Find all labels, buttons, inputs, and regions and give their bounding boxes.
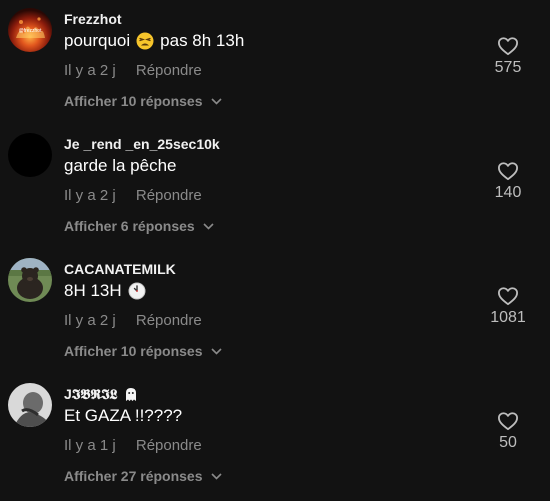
clock-emoji-icon (128, 282, 146, 300)
comment-item: @frezzhot Frezzhot pourquoi pas 8h 13h I… (0, 0, 550, 125)
heart-icon (497, 287, 518, 306)
like-count: 140 (494, 184, 522, 201)
show-replies-label: Afficher 10 réponses (64, 93, 203, 109)
show-replies-button[interactable]: Afficher 10 réponses (64, 343, 222, 359)
reply-button[interactable]: Répondre (136, 62, 202, 79)
like-button[interactable]: 50 (486, 411, 530, 452)
fire-avatar-icon: @frezzhot (8, 8, 52, 52)
comment-age: Il y a 2 j (64, 62, 116, 79)
avatar[interactable] (8, 133, 52, 177)
comment-age: Il y a 1 j (64, 437, 116, 454)
comment-text-part: Et GAZA !!???? (64, 406, 183, 425)
chevron-down-icon (210, 472, 222, 480)
comment-item: J𝕴𝕭𝕽𝕴𝕷 Et GAZA !!???? Il y a 1 j Répondr… (0, 375, 550, 500)
black-avatar-icon (8, 133, 52, 177)
show-replies-button[interactable]: Afficher 10 réponses (64, 93, 222, 109)
comment-username[interactable]: CACANATEMILK (64, 261, 176, 277)
show-replies-button[interactable]: Afficher 27 réponses (64, 468, 222, 484)
comment-item: Je _rend _en_25sec10k garde la pêche Il … (0, 125, 550, 250)
comment-list: @frezzhot Frezzhot pourquoi pas 8h 13h I… (0, 0, 550, 501)
bear-avatar-icon (8, 258, 52, 302)
comment-age: Il y a 2 j (64, 187, 116, 204)
comment-text-part: 8H 13H (64, 281, 122, 300)
comment-text: garde la pêche (64, 156, 176, 176)
avatar[interactable] (8, 383, 52, 427)
gray-photo-avatar-icon (8, 383, 52, 427)
reply-button[interactable]: Répondre (136, 187, 202, 204)
comment-text-part: pas 8h 13h (160, 31, 245, 50)
avatar-watermark: @frezzhot (19, 28, 42, 34)
avatar[interactable]: @frezzhot (8, 8, 52, 52)
heart-icon (497, 37, 518, 56)
reply-button[interactable]: Répondre (136, 312, 202, 329)
comment-meta: Il y a 2 j Répondre (64, 62, 202, 79)
comment-meta: Il y a 2 j Répondre (64, 312, 202, 329)
avatar[interactable] (8, 258, 52, 302)
comment-text: 8H 13H (64, 281, 146, 301)
comment-text: Et GAZA !!???? (64, 406, 182, 426)
like-count: 50 (499, 434, 517, 451)
reply-button[interactable]: Répondre (136, 437, 202, 454)
like-button[interactable]: 1081 (486, 286, 530, 327)
comment-item: CACANATEMILK 8H 13H Il y a 2 j Répondre … (0, 250, 550, 375)
comment-username[interactable]: Frezzhot (64, 11, 122, 27)
tired-face-emoji-icon (136, 32, 154, 50)
comment-username-text: J𝕴𝕭𝕽𝕴𝕷 (64, 386, 118, 402)
comment-text: pourquoi pas 8h 13h (64, 31, 244, 51)
show-replies-button[interactable]: Afficher 6 réponses (64, 218, 214, 234)
show-replies-label: Afficher 10 réponses (64, 343, 203, 359)
like-button[interactable]: 140 (486, 161, 530, 202)
comment-age: Il y a 2 j (64, 312, 116, 329)
heart-icon (497, 162, 518, 181)
chevron-down-icon (203, 222, 214, 230)
ghost-emoji-icon (125, 388, 136, 401)
heart-icon (497, 412, 518, 431)
comment-username[interactable]: Je _rend _en_25sec10k (64, 136, 220, 152)
show-replies-label: Afficher 6 réponses (64, 218, 195, 234)
like-count: 1081 (490, 309, 526, 326)
comment-username[interactable]: J𝕴𝕭𝕽𝕴𝕷 (64, 386, 138, 403)
like-button[interactable]: 575 (486, 36, 530, 77)
comment-meta: Il y a 2 j Répondre (64, 187, 202, 204)
show-replies-label: Afficher 27 réponses (64, 468, 203, 484)
comment-meta: Il y a 1 j Répondre (64, 437, 202, 454)
like-count: 575 (494, 59, 522, 76)
chevron-down-icon (210, 347, 222, 355)
comment-text-part: garde la pêche (64, 156, 177, 175)
chevron-down-icon (210, 97, 222, 105)
comment-text-part: pourquoi (64, 31, 131, 50)
